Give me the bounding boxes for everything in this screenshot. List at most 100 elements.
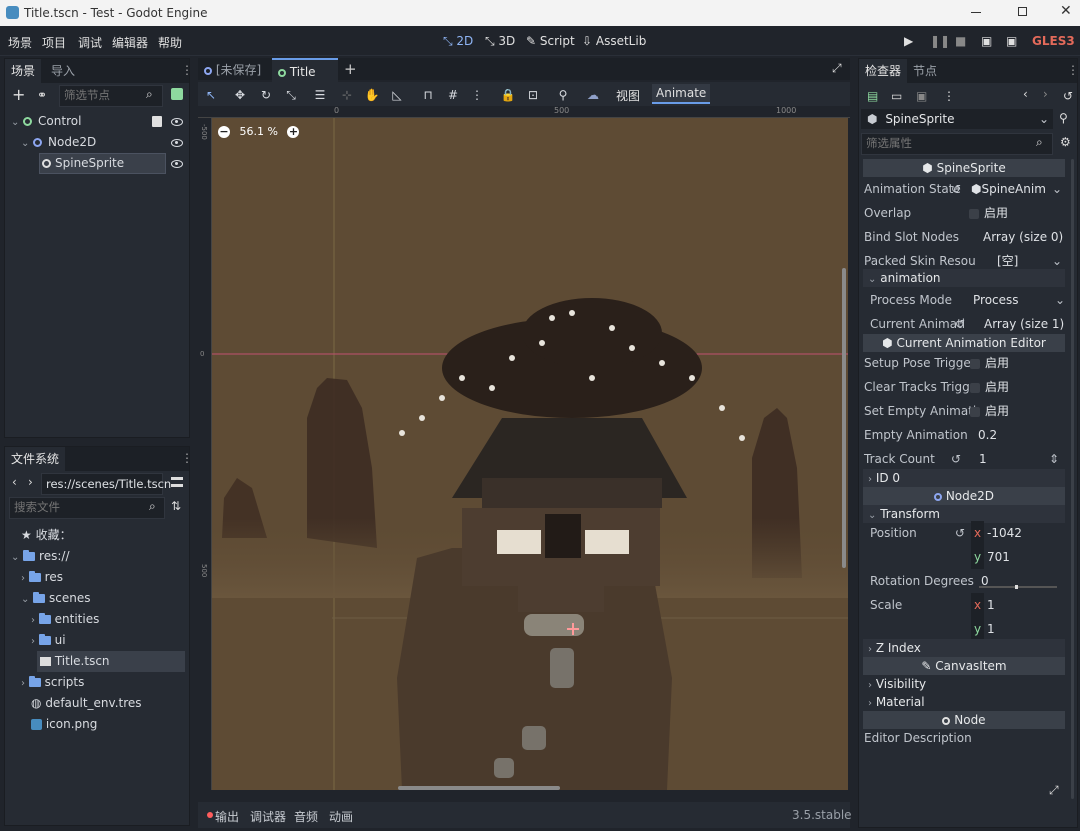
list-select-icon[interactable]: ☰: [312, 88, 328, 102]
prop-value[interactable]: Process: [973, 288, 1019, 312]
tab-import[interactable]: 导入: [45, 59, 81, 83]
split-view-icon[interactable]: [171, 477, 183, 487]
object-selector[interactable]: ⬢ SpineSprite ⌄: [861, 109, 1053, 129]
rotate-tool-icon[interactable]: ↻: [258, 88, 274, 102]
vertical-scrollbar[interactable]: [842, 268, 846, 568]
maximize-icon[interactable]: [1018, 7, 1027, 16]
favorites-row[interactable]: ★ 收藏：: [21, 525, 72, 546]
group-zindex[interactable]: › Z Index: [863, 639, 1065, 657]
prop-bind-slot-nodes[interactable]: Bind Slot Nodes Array (size 0): [859, 225, 1065, 249]
prop-scale-y[interactable]: y 1: [859, 617, 1065, 641]
zoom-out-icon[interactable]: −: [218, 126, 230, 138]
visibility-icon[interactable]: [171, 118, 183, 126]
prop-setup-pose[interactable]: Setup Pose Trigge 启用: [859, 351, 1065, 375]
animate-menu[interactable]: Animate: [652, 84, 711, 104]
tree-node-spinesprite[interactable]: SpineSprite: [39, 153, 187, 174]
pause-icon[interactable]: ❚❚: [930, 34, 950, 48]
reset-icon[interactable]: ↺: [951, 177, 961, 201]
zoom-in-icon[interactable]: +: [287, 126, 300, 138]
file-item[interactable]: ⌄ scenes: [21, 588, 91, 609]
grid-snap-icon[interactable]: #: [445, 88, 461, 102]
file-item-selected[interactable]: Title.tscn: [37, 651, 185, 672]
distraction-free-icon[interactable]: ⤢: [832, 61, 842, 76]
prop-current-animations[interactable]: Current Animati ↺ Array (size 1): [859, 312, 1065, 336]
zoom-level[interactable]: 56.1 %: [240, 125, 278, 138]
ruler-tool-icon[interactable]: ◺: [389, 88, 405, 102]
history-forward-icon[interactable]: ›: [1043, 87, 1048, 101]
horizontal-scrollbar[interactable]: [398, 786, 560, 790]
history-back-icon[interactable]: ‹: [1023, 87, 1028, 101]
back-icon[interactable]: ‹: [12, 475, 17, 489]
pivot-icon[interactable]: ⊹: [339, 88, 355, 102]
prop-value[interactable]: Array (size 0): [983, 225, 1063, 249]
select-tool-icon[interactable]: ↖: [203, 88, 219, 102]
history-icon[interactable]: ↺: [1063, 89, 1073, 103]
rotation-slider[interactable]: [979, 586, 1057, 588]
group-icon[interactable]: ⊡: [525, 88, 541, 102]
add-tab-icon[interactable]: +: [344, 60, 357, 78]
close-icon[interactable]: ✕: [1060, 3, 1072, 19]
inspector-scrollbar[interactable]: [1071, 159, 1074, 799]
prop-scale[interactable]: Scale x 1: [859, 593, 1065, 617]
lock-icon[interactable]: 🔒: [500, 88, 516, 102]
prop-animation-state[interactable]: Animation State ↺ ⬢SpineAnim ⌄: [859, 177, 1065, 201]
checkbox[interactable]: 启用: [970, 351, 1009, 375]
settings-icon[interactable]: ⚙: [1060, 135, 1071, 149]
prop-empty-animation[interactable]: Empty Animation 0.2: [859, 423, 1065, 447]
dock-menu-icon[interactable]: ⋮: [181, 63, 193, 77]
play-scene-icon[interactable]: ▣: [981, 34, 992, 48]
group-id0[interactable]: › ID 0: [863, 469, 1065, 487]
checkbox[interactable]: 启用: [969, 201, 1008, 225]
group-animation[interactable]: ⌄ animation: [863, 269, 1065, 287]
menu-debug[interactable]: 调试: [78, 34, 102, 51]
prop-overlap[interactable]: Overlap 启用: [859, 201, 1065, 225]
spinner-icon[interactable]: ⇕: [1049, 447, 1059, 471]
prop-rotation[interactable]: Rotation Degrees 0: [859, 569, 1065, 593]
prop-position-y[interactable]: y 701: [859, 545, 1065, 569]
reset-icon[interactable]: ↺: [955, 521, 965, 545]
menu-scene[interactable]: 场景: [8, 34, 32, 51]
reset-icon[interactable]: ↺: [951, 447, 961, 471]
file-item[interactable]: icon.png: [31, 714, 97, 735]
move-tool-icon[interactable]: ✥: [232, 88, 248, 102]
prop-value[interactable]: 1: [979, 447, 987, 471]
file-item[interactable]: › scripts: [21, 672, 84, 693]
prop-position[interactable]: Position ↺ x -1042: [859, 521, 1065, 545]
file-search-input[interactable]: [9, 497, 165, 519]
tab-node[interactable]: 节点: [907, 59, 943, 83]
file-item[interactable]: ⌄ res://: [11, 546, 69, 567]
bottom-tab-output[interactable]: 输出: [215, 808, 239, 825]
workspace-assetlib[interactable]: ⇩ AssetLib: [582, 34, 646, 48]
tab-title[interactable]: Title ✕: [272, 58, 338, 103]
position-x-value[interactable]: -1042: [987, 521, 1022, 545]
file-item[interactable]: › res: [21, 567, 63, 588]
cloud-icon[interactable]: ☁: [585, 88, 601, 102]
bottom-tab-animation[interactable]: 动画: [329, 808, 353, 825]
prop-editor-description[interactable]: Editor Description: [859, 726, 1065, 750]
prop-value[interactable]: ⬢SpineAnim: [971, 177, 1046, 201]
menu-project[interactable]: 项目: [42, 34, 66, 51]
forward-icon[interactable]: ›: [28, 475, 33, 489]
dock-menu-icon[interactable]: ⋮: [1067, 63, 1079, 77]
link-icon[interactable]: ⚭: [37, 88, 47, 102]
visibility-icon[interactable]: [171, 139, 183, 147]
property-filter-input[interactable]: [861, 133, 1053, 155]
scale-y-value[interactable]: 1: [987, 617, 995, 641]
tab-inspector[interactable]: 检查器: [859, 59, 908, 83]
file-item[interactable]: › ui: [31, 630, 66, 651]
workspace-2d[interactable]: ⤡ 2D: [443, 34, 473, 49]
expand-icon[interactable]: ⤢: [1049, 783, 1059, 798]
prop-process-mode[interactable]: Process Mode Process ⌄: [859, 288, 1065, 312]
view-menu[interactable]: 视图: [616, 87, 640, 104]
prop-value[interactable]: Array (size 1): [984, 312, 1064, 336]
stop-icon[interactable]: ■: [955, 34, 966, 48]
bone-icon[interactable]: ⚲: [555, 88, 571, 102]
visibility-icon[interactable]: [171, 160, 183, 168]
new-resource-icon[interactable]: ▤: [867, 89, 878, 103]
dock-menu-icon[interactable]: ⋮: [181, 451, 193, 465]
add-node-icon[interactable]: +: [12, 85, 25, 104]
file-item[interactable]: ◍ default_env.tres: [31, 693, 142, 714]
script-icon[interactable]: [152, 116, 162, 127]
renderer-label[interactable]: GLES3: [1032, 34, 1075, 48]
rotation-value[interactable]: 0: [981, 569, 989, 593]
